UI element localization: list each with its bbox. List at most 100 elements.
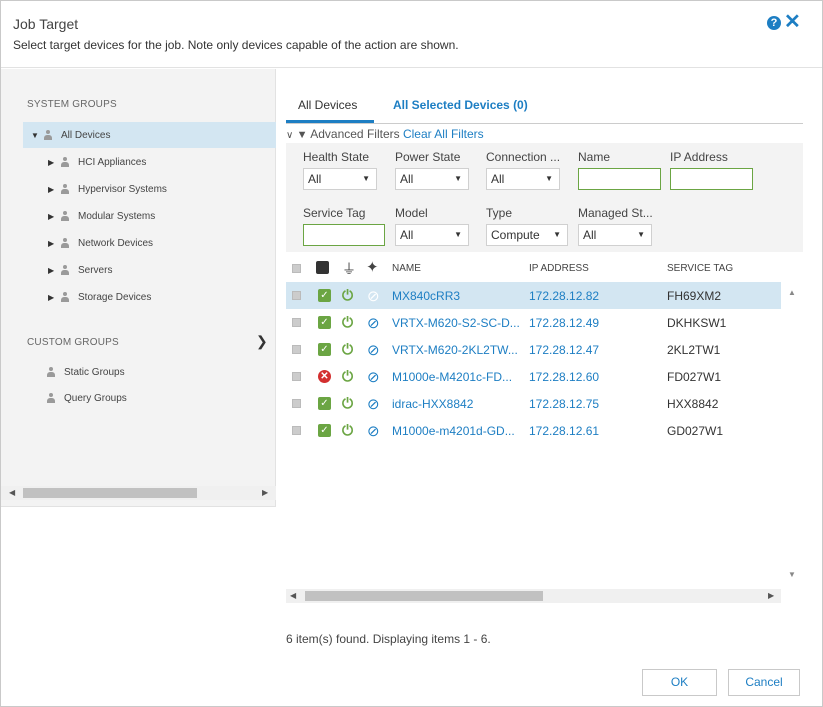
caret-right-icon[interactable]: ▶: [48, 158, 60, 167]
table-row[interactable]: ✕ ⏻ ⊘ M1000e-M4201c-FD... 172.28.12.60 F…: [286, 363, 781, 390]
tree-item-network-devices[interactable]: ▶ Network Devices: [48, 230, 153, 256]
tab-all-selected-devices[interactable]: All Selected Devices (0): [393, 98, 528, 112]
caret-down-icon[interactable]: ▼: [31, 131, 43, 140]
device-service-tag: HXX8842: [667, 397, 719, 411]
power-state-label: Power State: [395, 150, 461, 164]
tree-item-hci-appliances[interactable]: ▶ HCI Appliances: [48, 149, 146, 175]
table-row[interactable]: ✓ ⏻ ⊘ M1000e-m4201d-GD... 172.28.12.61 G…: [286, 417, 781, 444]
tree-item-all-devices[interactable]: ▼ All Devices: [23, 122, 276, 148]
table-horizontal-scrollbar[interactable]: ◀ ▶: [286, 589, 781, 603]
tree-item-label: All Devices: [61, 129, 111, 141]
device-name-link[interactable]: M1000e-m4201d-GD...: [392, 424, 515, 438]
plug-icon[interactable]: ⏚: [342, 259, 356, 279]
power-icon: ⏻: [342, 368, 354, 384]
groups-horizontal-scrollbar[interactable]: ◀ ▶: [1, 486, 276, 500]
column-header-name[interactable]: NAME: [392, 263, 421, 274]
power-state-select[interactable]: All ▼: [395, 168, 469, 190]
device-ip-link[interactable]: 172.28.12.75: [529, 397, 599, 411]
scroll-left-icon[interactable]: ◀: [290, 589, 296, 603]
select-value: All: [400, 228, 414, 242]
service-tag-filter-label: Service Tag: [303, 206, 366, 220]
row-checkbox[interactable]: [292, 345, 301, 354]
device-ip-link[interactable]: 172.28.12.82: [529, 289, 599, 303]
device-ip-link[interactable]: 172.28.12.61: [529, 424, 599, 438]
caret-down-icon: ▼: [454, 174, 462, 183]
column-header-service-tag[interactable]: SERVICE TAG: [667, 263, 733, 274]
select-value: All: [583, 228, 597, 242]
advanced-filters-toggle[interactable]: Advanced Filters: [310, 127, 399, 141]
device-name-link[interactable]: VRTX-M620-2KL2TW...: [392, 343, 518, 357]
table-row[interactable]: ✓ ⏻ ⊘ VRTX-M620-S2-SC-D... 172.28.12.49 …: [286, 309, 781, 336]
row-checkbox[interactable]: [292, 372, 301, 381]
clear-all-filters-link[interactable]: Clear All Filters: [403, 127, 484, 141]
device-name-link[interactable]: MX840cRR3: [392, 289, 460, 303]
row-checkbox[interactable]: [292, 291, 301, 300]
caret-right-icon[interactable]: ▶: [48, 266, 60, 275]
help-icon[interactable]: ?: [767, 16, 781, 30]
caret-right-icon[interactable]: ▶: [48, 293, 60, 302]
service-tag-filter-input[interactable]: [303, 224, 385, 246]
select-all-checkbox[interactable]: [292, 264, 301, 273]
ok-button[interactable]: OK: [642, 669, 717, 696]
tree-item-hypervisor-systems[interactable]: ▶ Hypervisor Systems: [48, 176, 167, 202]
close-icon[interactable]: ✕: [784, 10, 801, 34]
scroll-up-icon[interactable]: ▲: [788, 288, 796, 297]
table-vertical-scrollbar[interactable]: ▲ ▼: [781, 282, 803, 589]
device-ip-link[interactable]: 172.28.12.60: [529, 370, 599, 384]
type-label: Type: [486, 206, 513, 220]
select-value: All: [400, 172, 414, 186]
device-name-link[interactable]: idrac-HXX8842: [392, 397, 473, 411]
table-row[interactable]: ✓ ⏻ ⊘ idrac-HXX8842 172.28.12.75 HXX8842: [286, 390, 781, 417]
group-icon: [60, 211, 70, 221]
model-select[interactable]: All ▼: [395, 224, 469, 246]
column-header-ip-address[interactable]: IP ADDRESS: [529, 263, 589, 274]
tree-item-servers[interactable]: ▶ Servers: [48, 257, 112, 283]
tree-item-label: Servers: [78, 264, 113, 276]
tree-item-query-groups[interactable]: Query Groups: [46, 385, 127, 411]
tree-item-storage-devices[interactable]: ▶ Storage Devices: [48, 284, 151, 310]
type-select[interactable]: Compute ▼: [486, 224, 568, 246]
tab-all-devices[interactable]: All Devices: [298, 98, 357, 112]
device-ip-link[interactable]: 172.28.12.47: [529, 343, 599, 357]
table-row[interactable]: ✓ ⏻ ⊘ VRTX-M620-2KL2TW... 172.28.12.47 2…: [286, 336, 781, 363]
caret-right-icon[interactable]: ▶: [48, 239, 60, 248]
chevron-down-icon[interactable]: ❯: [256, 333, 268, 350]
health-icon[interactable]: [316, 261, 329, 274]
tree-item-static-groups[interactable]: Static Groups: [46, 359, 125, 385]
caret-down-icon: ▼: [637, 230, 645, 239]
name-filter-label: Name: [578, 150, 611, 164]
table-header: ⏚ ✦ NAME IP ADDRESS SERVICE TAG: [286, 255, 803, 282]
ip-address-filter-input[interactable]: [670, 168, 753, 190]
row-checkbox[interactable]: [292, 426, 301, 435]
caret-down-icon: ▼: [362, 174, 370, 183]
custom-groups-heading: CUSTOM GROUPS: [27, 337, 119, 348]
filter-panel: Health State All ▼ Power State All ▼ Conne…: [286, 143, 803, 252]
scroll-down-icon[interactable]: ▼: [788, 570, 796, 579]
device-name-link[interactable]: VRTX-M620-S2-SC-D...: [392, 316, 520, 330]
scroll-right-icon[interactable]: ▶: [768, 589, 774, 603]
device-service-tag: FH69XM2: [667, 289, 722, 303]
device-name-link[interactable]: M1000e-M4201c-FD...: [392, 370, 512, 384]
tree-item-label: Static Groups: [64, 366, 125, 378]
scroll-right-icon[interactable]: ▶: [262, 486, 268, 500]
power-icon: ⏻: [342, 395, 354, 411]
connection-select[interactable]: All ▼: [486, 168, 560, 190]
advanced-filters-bar: ∨ ▼ Advanced Filters Clear All Filters: [286, 127, 484, 141]
connection-icon[interactable]: ✦: [366, 258, 379, 276]
caret-right-icon[interactable]: ▶: [48, 185, 60, 194]
name-filter-input[interactable]: [578, 168, 661, 190]
scroll-left-icon[interactable]: ◀: [9, 486, 15, 500]
managed-state-select[interactable]: All ▼: [578, 224, 652, 246]
cancel-button[interactable]: Cancel: [728, 669, 800, 696]
tree-item-modular-systems[interactable]: ▶ Modular Systems: [48, 203, 155, 229]
health-state-select[interactable]: All ▼: [303, 168, 377, 190]
group-icon: [60, 184, 70, 194]
caret-right-icon[interactable]: ▶: [48, 212, 60, 221]
row-checkbox[interactable]: [292, 399, 301, 408]
scroll-thumb[interactable]: [305, 591, 543, 601]
device-ip-link[interactable]: 172.28.12.49: [529, 316, 599, 330]
row-checkbox[interactable]: [292, 318, 301, 327]
table-row[interactable]: ✓ ⏻ ⊘ MX840cRR3 172.28.12.82 FH69XM2: [286, 282, 781, 309]
chevron-down-icon[interactable]: ∨: [286, 130, 293, 141]
scroll-thumb[interactable]: [23, 488, 197, 498]
